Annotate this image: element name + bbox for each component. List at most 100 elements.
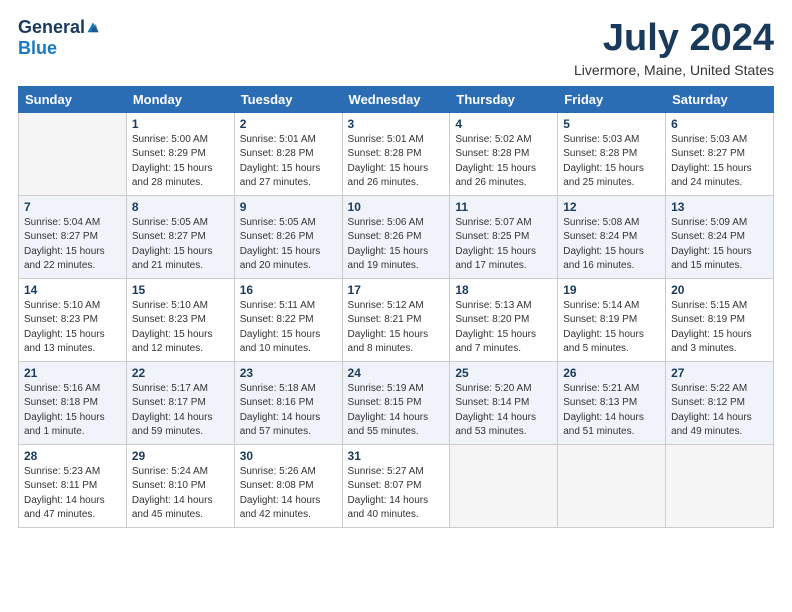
day-number: 10 — [348, 200, 445, 214]
calendar-week-row: 1 Sunrise: 5:00 AMSunset: 8:29 PMDaylight… — [19, 112, 774, 195]
calendar-table: SundayMondayTuesdayWednesdayThursdayFrid… — [18, 86, 774, 528]
calendar-cell — [666, 444, 774, 527]
day-number: 8 — [132, 200, 229, 214]
day-info: Sunrise: 5:09 AMSunset: 8:24 PMDaylight:… — [671, 216, 768, 274]
weekday-header-saturday: Saturday — [666, 86, 774, 112]
day-info: Sunrise: 5:13 AMSunset: 8:20 PMDaylight:… — [455, 299, 552, 357]
calendar-cell: 3 Sunrise: 5:01 AMSunset: 8:28 PMDaylight… — [342, 112, 450, 195]
day-info: Sunrise: 5:00 AMSunset: 8:29 PMDaylight:… — [132, 133, 229, 191]
day-number: 6 — [671, 117, 768, 131]
day-number: 4 — [455, 117, 552, 131]
day-info: Sunrise: 5:03 AMSunset: 8:27 PMDaylight:… — [671, 133, 768, 191]
calendar-cell: 6 Sunrise: 5:03 AMSunset: 8:27 PMDaylight… — [666, 112, 774, 195]
day-info: Sunrise: 5:19 AMSunset: 8:15 PMDaylight:… — [348, 382, 445, 440]
weekday-header-wednesday: Wednesday — [342, 86, 450, 112]
calendar-cell: 29 Sunrise: 5:24 AMSunset: 8:10 PMDayligh… — [126, 444, 234, 527]
day-info: Sunrise: 5:11 AMSunset: 8:22 PMDaylight:… — [240, 299, 337, 357]
day-info: Sunrise: 5:05 AMSunset: 8:27 PMDaylight:… — [132, 216, 229, 274]
calendar-cell: 14 Sunrise: 5:10 AMSunset: 8:23 PMDayligh… — [19, 278, 127, 361]
day-number: 24 — [348, 366, 445, 380]
calendar-cell: 16 Sunrise: 5:11 AMSunset: 8:22 PMDayligh… — [234, 278, 342, 361]
calendar-cell: 8 Sunrise: 5:05 AMSunset: 8:27 PMDaylight… — [126, 195, 234, 278]
calendar-cell: 26Sunrise: 5:21 AMSunset: 8:13 PMDayligh… — [558, 361, 666, 444]
day-number: 17 — [348, 283, 445, 297]
day-info: Sunrise: 5:08 AMSunset: 8:24 PMDaylight:… — [563, 216, 660, 274]
day-info: Sunrise: 5:22 AMSunset: 8:12 PMDaylight:… — [671, 382, 768, 440]
day-number: 27 — [671, 366, 768, 380]
calendar-cell: 11 Sunrise: 5:07 AMSunset: 8:25 PMDayligh… — [450, 195, 558, 278]
calendar-cell: 30Sunrise: 5:26 AMSunset: 8:08 PMDayligh… — [234, 444, 342, 527]
day-number: 11 — [455, 200, 552, 214]
day-number: 5 — [563, 117, 660, 131]
day-number: 1 — [132, 117, 229, 131]
day-info: Sunrise: 5:24 AMSunset: 8:10 PMDaylight:… — [132, 465, 229, 523]
day-info: Sunrise: 5:18 AMSunset: 8:16 PMDaylight:… — [240, 382, 337, 440]
calendar-cell: 18 Sunrise: 5:13 AMSunset: 8:20 PMDayligh… — [450, 278, 558, 361]
day-info: Sunrise: 5:23 AMSunset: 8:11 PMDaylight:… — [24, 465, 121, 523]
day-number: 18 — [455, 283, 552, 297]
day-number: 13 — [671, 200, 768, 214]
day-number: 29 — [132, 449, 229, 463]
day-info: Sunrise: 5:01 AMSunset: 8:28 PMDaylight:… — [240, 133, 337, 191]
calendar-cell: 4 Sunrise: 5:02 AMSunset: 8:28 PMDaylight… — [450, 112, 558, 195]
calendar-week-row: 14 Sunrise: 5:10 AMSunset: 8:23 PMDayligh… — [19, 278, 774, 361]
weekday-header-friday: Friday — [558, 86, 666, 112]
calendar-week-row: 28 Sunrise: 5:23 AMSunset: 8:11 PMDayligh… — [19, 444, 774, 527]
calendar-cell — [450, 444, 558, 527]
calendar-cell: 27 Sunrise: 5:22 AMSunset: 8:12 PMDayligh… — [666, 361, 774, 444]
day-number: 12 — [563, 200, 660, 214]
day-number: 30 — [240, 449, 337, 463]
logo-text: General — [18, 18, 100, 38]
day-number: 23 — [240, 366, 337, 380]
calendar-cell: 12 Sunrise: 5:08 AMSunset: 8:24 PMDayligh… — [558, 195, 666, 278]
day-info: Sunrise: 5:01 AMSunset: 8:28 PMDaylight:… — [348, 133, 445, 191]
day-number: 9 — [240, 200, 337, 214]
day-number: 21 — [24, 366, 121, 380]
calendar-cell: 25Sunrise: 5:20 AMSunset: 8:14 PMDayligh… — [450, 361, 558, 444]
day-info: Sunrise: 5:07 AMSunset: 8:25 PMDaylight:… — [455, 216, 552, 274]
calendar-header-row: SundayMondayTuesdayWednesdayThursdayFrid… — [19, 86, 774, 112]
month-title: July 2024 — [574, 18, 774, 60]
calendar-cell: 9 Sunrise: 5:05 AMSunset: 8:26 PMDaylight… — [234, 195, 342, 278]
day-number: 15 — [132, 283, 229, 297]
calendar-cell: 28 Sunrise: 5:23 AMSunset: 8:11 PMDayligh… — [19, 444, 127, 527]
title-block: July 2024 Livermore, Maine, United State… — [574, 18, 774, 78]
day-info: Sunrise: 5:12 AMSunset: 8:21 PMDaylight:… — [348, 299, 445, 357]
day-number: 7 — [24, 200, 121, 214]
day-info: Sunrise: 5:21 AMSunset: 8:13 PMDaylight:… — [563, 382, 660, 440]
calendar-cell: 7Sunrise: 5:04 AMSunset: 8:27 PMDaylight… — [19, 195, 127, 278]
weekday-header-monday: Monday — [126, 86, 234, 112]
day-number: 20 — [671, 283, 768, 297]
location-title: Livermore, Maine, United States — [574, 62, 774, 78]
day-info: Sunrise: 5:15 AMSunset: 8:19 PMDaylight:… — [671, 299, 768, 357]
day-number: 16 — [240, 283, 337, 297]
page: General Blue July 2024 Livermore, Maine,… — [0, 0, 792, 612]
day-info: Sunrise: 5:10 AMSunset: 8:23 PMDaylight:… — [24, 299, 121, 357]
day-number: 3 — [348, 117, 445, 131]
day-number: 22 — [132, 366, 229, 380]
day-info: Sunrise: 5:06 AMSunset: 8:26 PMDaylight:… — [348, 216, 445, 274]
day-info: Sunrise: 5:05 AMSunset: 8:26 PMDaylight:… — [240, 216, 337, 274]
day-number: 14 — [24, 283, 121, 297]
calendar-cell: 24 Sunrise: 5:19 AMSunset: 8:15 PMDayligh… — [342, 361, 450, 444]
calendar-cell: 20 Sunrise: 5:15 AMSunset: 8:19 PMDayligh… — [666, 278, 774, 361]
calendar-cell: 21Sunrise: 5:16 AMSunset: 8:18 PMDayligh… — [19, 361, 127, 444]
day-number: 2 — [240, 117, 337, 131]
calendar-cell: 23 Sunrise: 5:18 AMSunset: 8:16 PMDayligh… — [234, 361, 342, 444]
logo-icon — [86, 21, 100, 35]
day-number: 28 — [24, 449, 121, 463]
weekday-header-sunday: Sunday — [19, 86, 127, 112]
day-info: Sunrise: 5:14 AMSunset: 8:19 PMDaylight:… — [563, 299, 660, 357]
day-info: Sunrise: 5:02 AMSunset: 8:28 PMDaylight:… — [455, 133, 552, 191]
calendar-cell: 10 Sunrise: 5:06 AMSunset: 8:26 PMDayligh… — [342, 195, 450, 278]
calendar-cell — [558, 444, 666, 527]
calendar-cell — [19, 112, 127, 195]
day-number: 19 — [563, 283, 660, 297]
logo: General Blue — [18, 18, 100, 59]
weekday-header-tuesday: Tuesday — [234, 86, 342, 112]
header: General Blue July 2024 Livermore, Maine,… — [18, 18, 774, 78]
calendar-cell: 15Sunrise: 5:10 AMSunset: 8:23 PMDayligh… — [126, 278, 234, 361]
calendar-cell: 2 Sunrise: 5:01 AMSunset: 8:28 PMDaylight… — [234, 112, 342, 195]
calendar-week-row: 21Sunrise: 5:16 AMSunset: 8:18 PMDayligh… — [19, 361, 774, 444]
calendar-cell: 17 Sunrise: 5:12 AMSunset: 8:21 PMDayligh… — [342, 278, 450, 361]
